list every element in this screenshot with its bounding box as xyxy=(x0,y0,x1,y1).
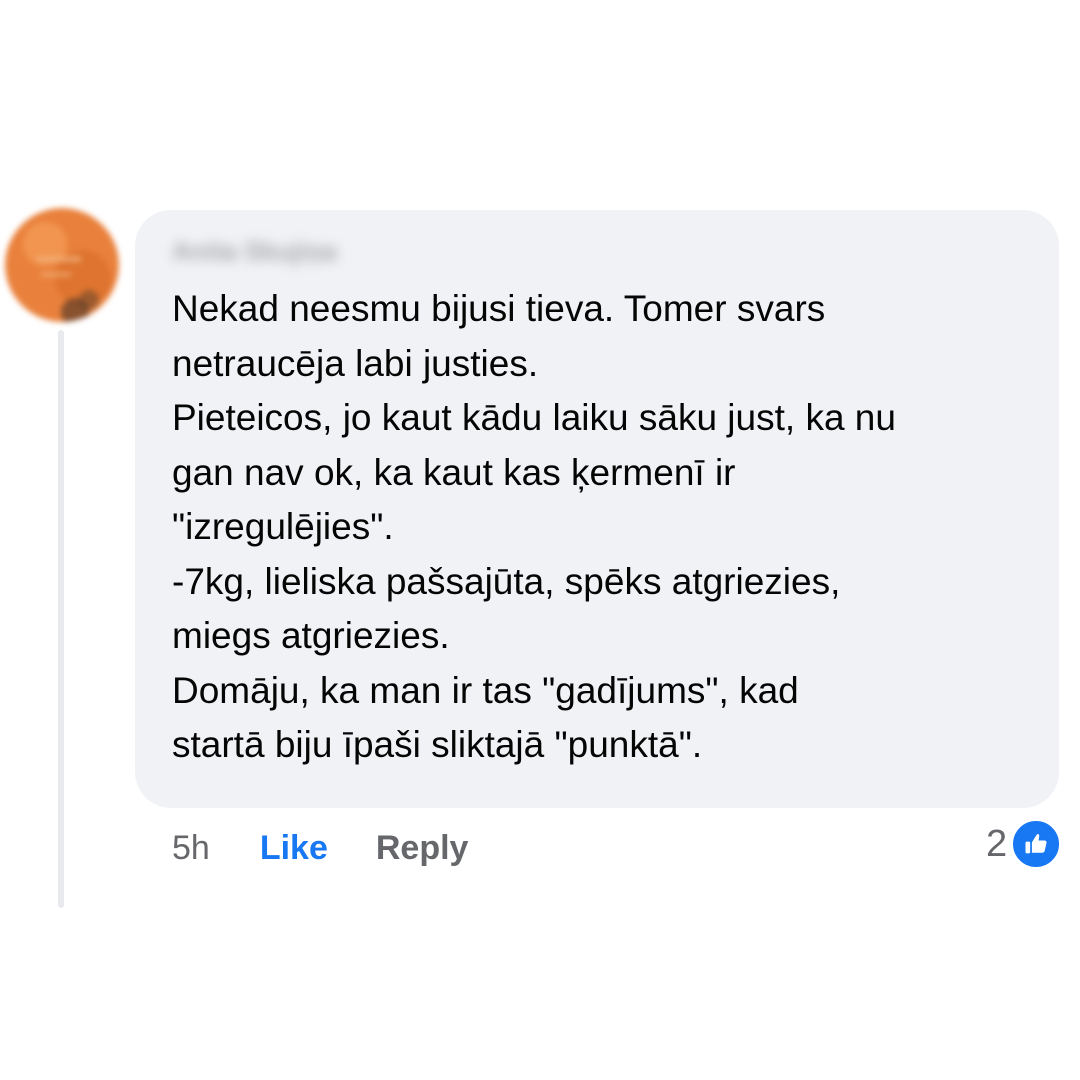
avatar-image xyxy=(5,208,119,322)
comment-timestamp[interactable]: 5h xyxy=(172,829,210,868)
comment-text-line: -7kg, lieliska pašsajūta, spēks atgriezi… xyxy=(172,560,841,602)
comment-text-line: netraucēja labi justies. xyxy=(172,342,539,384)
comment-text-line: Pieteicos, jo kaut kādu laiku sāku just,… xyxy=(172,397,896,438)
comment-screen: Anita Skujiņa Nekad neesmu bijusi tieva.… xyxy=(0,0,1080,1080)
comment-text-line: miegs atgriezies. xyxy=(172,615,450,656)
comment-text-line: Nekad neesmu bijusi tieva. Tomer svars xyxy=(172,288,826,329)
reaction-count: 2 xyxy=(986,822,1008,865)
comment-text-line: gan nav ok, ka kaut kas ķermenī ir xyxy=(172,451,736,493)
comment-text-line: startā biju īpaši sliktajā "punktā". xyxy=(172,724,703,765)
avatar[interactable] xyxy=(5,208,119,322)
comment-author-name[interactable]: Anita Skujiņa xyxy=(172,236,337,270)
comment-text-line: Domāju, ka man ir tas "gadījums", kad xyxy=(172,669,799,711)
reaction-summary[interactable]: 2 xyxy=(986,818,1063,870)
comment-text-line: "izregulējies". xyxy=(172,506,394,547)
reply-thread-line xyxy=(58,330,64,908)
reply-button[interactable]: Reply xyxy=(376,829,469,868)
comment-actions: 5h Like Reply xyxy=(172,826,468,870)
like-button[interactable]: Like xyxy=(260,829,328,868)
comment-text: Nekad neesmu bijusi tieva. Tomer svars n… xyxy=(172,282,1052,773)
like-thumbs-up-icon xyxy=(1010,818,1063,870)
